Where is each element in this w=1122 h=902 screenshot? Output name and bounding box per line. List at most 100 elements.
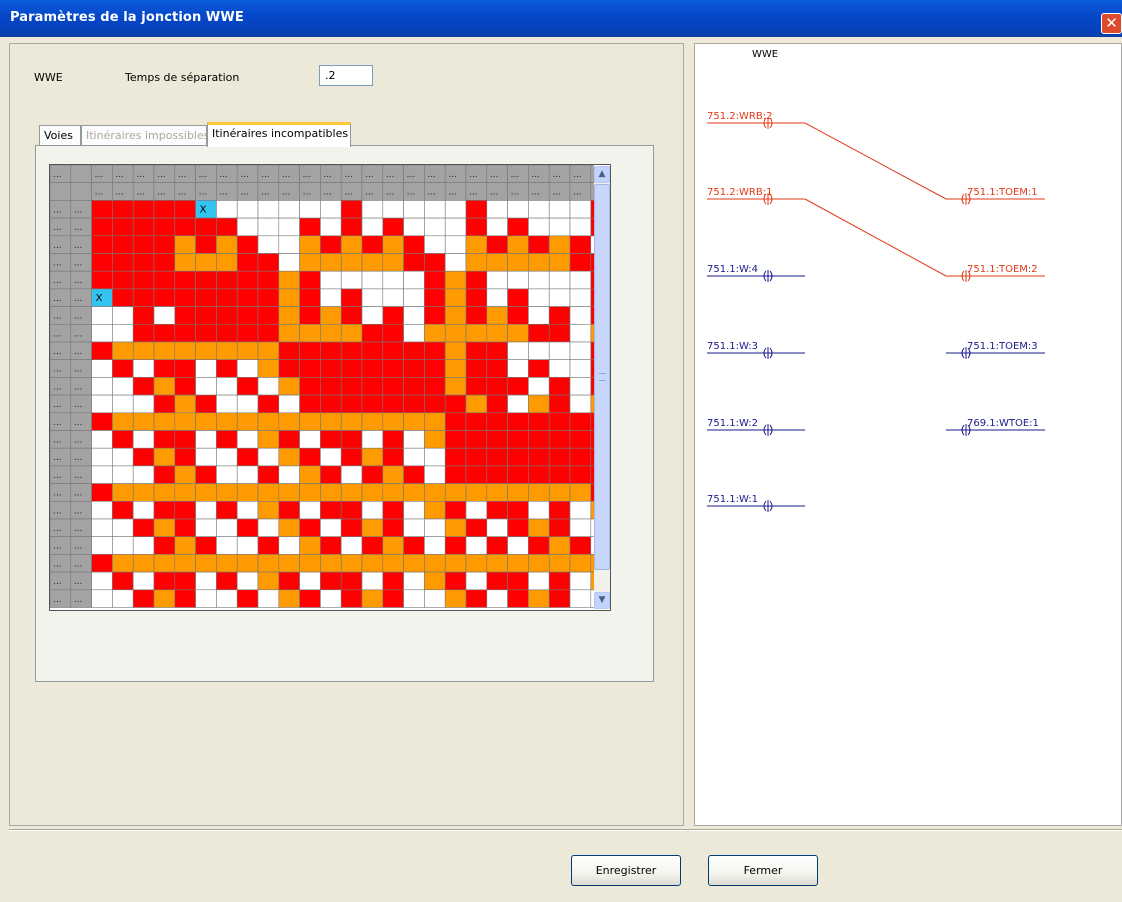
matrix-cell[interactable]	[465, 465, 488, 484]
matrix-cell[interactable]	[361, 341, 384, 361]
matrix-cell[interactable]	[216, 288, 238, 307]
matrix-cell[interactable]	[340, 359, 363, 378]
matrix-cell[interactable]	[486, 571, 508, 591]
matrix-cell[interactable]	[257, 217, 280, 237]
matrix-cell[interactable]	[382, 554, 404, 573]
matrix-cell[interactable]	[528, 270, 550, 290]
matrix-cell[interactable]	[361, 536, 384, 555]
matrix-cell[interactable]	[195, 589, 217, 608]
matrix-cell[interactable]	[195, 324, 217, 343]
matrix-cell[interactable]	[340, 341, 363, 361]
matrix-cell[interactable]	[216, 412, 238, 431]
matrix-cell[interactable]	[486, 518, 508, 538]
matrix-cell[interactable]	[465, 200, 488, 219]
matrix-cell[interactable]	[278, 430, 300, 449]
matrix-cell[interactable]	[174, 483, 196, 502]
matrix-cell[interactable]	[548, 253, 571, 272]
matrix-cell[interactable]	[528, 288, 550, 307]
matrix-cell[interactable]	[236, 571, 259, 591]
matrix-cell[interactable]	[465, 571, 488, 591]
matrix-cell[interactable]	[112, 412, 134, 431]
matrix-cell[interactable]	[132, 377, 155, 396]
matrix-cell[interactable]	[361, 253, 384, 272]
matrix-cell[interactable]	[112, 253, 134, 272]
matrix-cell[interactable]	[174, 447, 196, 467]
matrix-cell[interactable]	[195, 571, 217, 591]
matrix-cell[interactable]	[444, 483, 467, 502]
matrix-cell[interactable]	[361, 235, 384, 254]
matrix-cell[interactable]	[320, 270, 342, 290]
matrix-cell[interactable]	[91, 536, 113, 555]
matrix-cell[interactable]	[424, 324, 446, 343]
matrix-cell[interactable]	[132, 217, 155, 237]
matrix-cell[interactable]	[424, 200, 446, 219]
matrix-cell[interactable]	[444, 324, 467, 343]
matrix-cell[interactable]	[486, 217, 508, 237]
matrix-cell[interactable]	[112, 447, 134, 467]
matrix-cell[interactable]	[216, 536, 238, 555]
matrix-cell[interactable]	[569, 500, 592, 520]
scroll-down-button[interactable]: ▼	[594, 592, 610, 609]
scroll-up-button[interactable]: ▲	[594, 166, 610, 183]
matrix-cell[interactable]	[340, 589, 363, 608]
matrix-cell[interactable]	[153, 500, 176, 520]
matrix-cell[interactable]	[91, 430, 113, 449]
matrix-cell[interactable]	[361, 324, 384, 343]
matrix-cell[interactable]	[548, 447, 571, 467]
matrix-cell[interactable]	[299, 235, 321, 254]
matrix-cell[interactable]	[320, 412, 342, 431]
matrix-cell[interactable]	[569, 253, 592, 272]
matrix-cell[interactable]	[299, 288, 321, 307]
matrix-cell[interactable]	[320, 306, 342, 325]
matrix-cell[interactable]	[507, 447, 529, 467]
matrix-cell[interactable]	[444, 554, 467, 573]
matrix-cell[interactable]	[403, 235, 425, 254]
matrix-cell[interactable]	[424, 412, 446, 431]
matrix-cell[interactable]	[444, 341, 467, 361]
matrix-cell[interactable]	[361, 483, 384, 502]
matrix-cell[interactable]	[278, 554, 300, 573]
matrix-cell[interactable]	[548, 235, 571, 254]
matrix-cell[interactable]	[507, 253, 529, 272]
matrix-cell[interactable]	[424, 589, 446, 608]
matrix-cell[interactable]	[507, 394, 529, 414]
matrix-cell[interactable]	[257, 377, 280, 396]
matrix-cell[interactable]	[153, 253, 176, 272]
matrix-cell[interactable]	[340, 518, 363, 538]
matrix-cell[interactable]	[299, 341, 321, 361]
matrix-cell[interactable]	[216, 571, 238, 591]
matrix-cell[interactable]	[236, 217, 259, 237]
matrix-cell[interactable]	[153, 589, 176, 608]
matrix-cell[interactable]	[278, 253, 300, 272]
matrix-cell[interactable]	[361, 571, 384, 591]
matrix-cell[interactable]	[382, 447, 404, 467]
matrix-cell[interactable]	[569, 589, 592, 608]
matrix-cell[interactable]	[257, 412, 280, 431]
matrix-cell[interactable]	[153, 447, 176, 467]
matrix-cell[interactable]	[195, 447, 217, 467]
matrix-cell[interactable]	[257, 589, 280, 608]
matrix-cell[interactable]	[424, 500, 446, 520]
matrix-cell[interactable]	[257, 483, 280, 502]
matrix-cell[interactable]	[91, 465, 113, 484]
matrix-cell[interactable]	[91, 483, 113, 502]
matrix-cell[interactable]	[340, 288, 363, 307]
matrix-cell[interactable]	[424, 483, 446, 502]
matrix-cell[interactable]	[528, 536, 550, 555]
matrix-cell[interactable]	[569, 306, 592, 325]
matrix-cell[interactable]	[195, 412, 217, 431]
matrix-cell[interactable]	[216, 270, 238, 290]
matrix-cell[interactable]	[91, 394, 113, 414]
matrix-cell[interactable]	[174, 359, 196, 378]
matrix-cell[interactable]	[278, 483, 300, 502]
matrix-cell[interactable]	[216, 306, 238, 325]
matrix-cell[interactable]	[174, 430, 196, 449]
matrix-cell[interactable]	[153, 430, 176, 449]
matrix-cell[interactable]	[153, 412, 176, 431]
matrix-cell[interactable]	[444, 430, 467, 449]
matrix-cell[interactable]	[340, 324, 363, 343]
matrix-cell[interactable]	[424, 518, 446, 538]
matrix-cell[interactable]	[548, 394, 571, 414]
matrix-cell[interactable]	[216, 217, 238, 237]
matrix-cell[interactable]	[216, 483, 238, 502]
